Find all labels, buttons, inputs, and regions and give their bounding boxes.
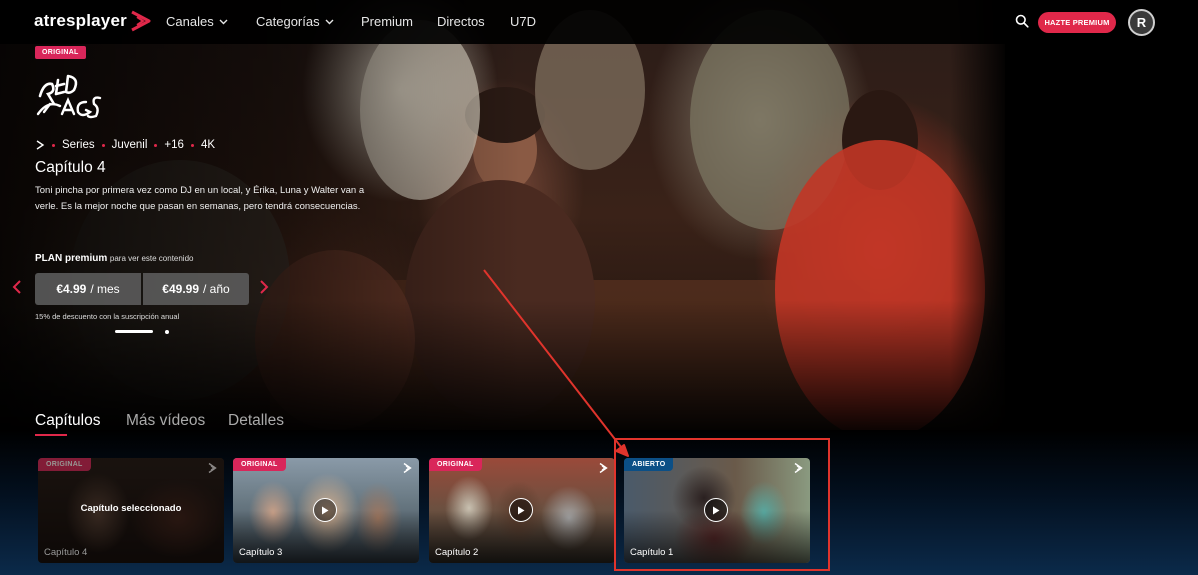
episode-badge: ORIGINAL [233,458,286,471]
plan-suffix: para ver este contenido [109,254,194,263]
nav-canales-label: Canales [166,14,214,29]
carousel-prev-button[interactable] [12,279,22,300]
discount-note: 15% de descuento con la suscripción anua… [35,312,180,321]
nav-premium-label: Premium [361,14,414,29]
search-icon [1015,14,1029,28]
plan-label: PLAN premium [35,253,108,264]
nav-directos-label: Directos [437,14,485,29]
atresplayer-mark-icon [599,462,608,474]
carousel-next-button[interactable] [259,279,269,300]
atresplayer-mark-icon [208,462,217,474]
tab-mas-videos[interactable]: Más vídeos [126,412,205,430]
episode-title: Capítulo 4 [35,159,106,176]
nav-premium[interactable]: Premium [361,14,413,29]
atresplayer-logo[interactable]: atresplayer [34,10,153,32]
play-icon [322,506,329,514]
episode-synopsis: Toni pincha por primera vez como DJ en u… [35,185,365,212]
top-navbar: atresplayer Canales Categorías Premium D… [0,0,1198,44]
separator-dot [154,143,158,147]
carousel-dot-active[interactable] [115,330,153,333]
chevron-right-icon [260,280,269,294]
atresplayer-mark-icon [403,462,412,474]
price-month-amount: €4.99 [56,282,87,296]
meta-quality: 4K [200,139,216,151]
episode-title: Capítulo 2 [435,547,479,558]
meta-genre: Juvenil [111,139,148,151]
nav-u7d-label: U7D [510,14,537,29]
logo-mark-icon [131,10,151,32]
tab-capitulos[interactable]: Capítulos [35,412,100,430]
chevron-left-icon [12,280,21,294]
separator-dot [101,143,105,147]
price-month-period: / mes [90,282,120,296]
tab-detalles[interactable]: Detalles [228,412,284,430]
price-year-amount: €49.99 [162,282,199,296]
atresplayer-mark-icon [36,140,45,150]
nav-categorias[interactable]: Categorías [256,14,334,29]
show-metadata: Series Juvenil +16 4K [35,139,215,151]
play-button[interactable] [313,498,337,522]
hazte-premium-button[interactable]: HAZTE PREMIUM [1038,12,1116,33]
play-icon [518,506,525,514]
logo-text: atresplayer [34,11,127,30]
separator-dot [52,143,55,147]
episode-card-3[interactable]: ORIGINAL Capítulo 3 [233,458,419,563]
separator-dot [190,143,194,147]
episode-badge: ORIGINAL [38,458,91,471]
plan-info: PLAN premium para ver este contenido [35,253,193,264]
play-button[interactable] [509,498,533,522]
chevron-down-icon [325,19,334,24]
carousel-dot[interactable] [165,330,169,334]
nav-directos[interactable]: Directos [437,14,485,29]
selected-label: Capítulo seleccionado [80,503,182,514]
episode-title: Capítulo 3 [239,547,283,558]
episode-badge: ORIGINAL [429,458,482,471]
nav-u7d[interactable]: U7D [510,14,536,29]
nav-canales[interactable]: Canales [166,14,228,29]
nav-categorias-label: Categorías [256,14,320,29]
meta-type: Series [62,139,95,151]
meta-rating: +16 [164,139,184,151]
episode-title: Capítulo 4 [44,547,88,558]
search-button[interactable] [1015,14,1029,33]
price-year-button[interactable]: €49.99 / año [143,273,249,305]
price-month-button[interactable]: €4.99 / mes [35,273,141,305]
active-tab-indicator [35,434,67,436]
user-avatar[interactable]: R [1128,9,1155,36]
original-badge: ORIGINAL [35,46,86,59]
price-year-period: / año [203,282,230,296]
annotation-highlight-box [614,438,830,571]
red-flags-logo-icon [36,74,102,119]
episode-card-4[interactable]: ORIGINAL Capítulo seleccionado Capítulo … [38,458,224,563]
chevron-down-icon [219,19,228,24]
episode-card-2[interactable]: ORIGINAL Capítulo 2 [429,458,615,563]
show-logo [34,70,104,131]
